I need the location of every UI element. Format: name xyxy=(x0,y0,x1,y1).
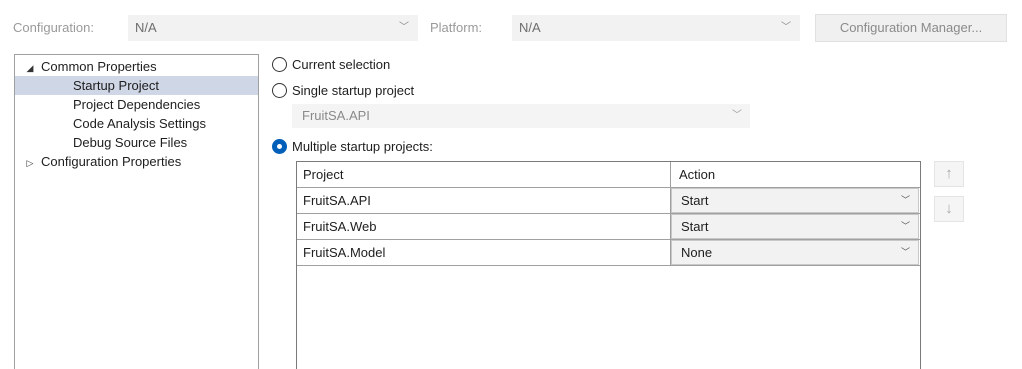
project-cell[interactable]: FruitSA.Web xyxy=(297,214,671,239)
chevron-down-icon: ﹀ xyxy=(732,110,742,121)
action-dropdown[interactable]: None ﹀ xyxy=(671,240,919,265)
tree-item-label: Debug Source Files xyxy=(73,135,188,150)
chevron-down-icon: ﹀ xyxy=(399,22,409,33)
action-cell: Start ﹀ xyxy=(671,188,920,213)
multiple-startup-radio[interactable] xyxy=(272,138,287,154)
arrow-down-icon: ↓ xyxy=(945,200,953,217)
action-dropdown[interactable]: Start ﹀ xyxy=(671,188,919,213)
action-value: Start xyxy=(681,219,709,234)
chevron-down-icon: ﹀ xyxy=(900,221,910,231)
configuration-value: N/A xyxy=(135,20,157,35)
multiple-startup-label: Multiple startup projects: xyxy=(292,138,433,154)
current-selection-label: Current selection xyxy=(292,56,391,72)
tree-item-code-analysis-settings[interactable]: Code Analysis Settings xyxy=(15,114,258,133)
action-value: Start xyxy=(681,193,709,208)
single-startup-option[interactable]: Single startup project xyxy=(272,81,414,99)
startup-projects-grid: Project Action FruitSA.API Start ﹀ Fruit… xyxy=(296,161,921,369)
action-cell: None ﹀ xyxy=(671,240,920,265)
configuration-manager-button[interactable]: Configuration Manager... xyxy=(815,14,1007,42)
configuration-dropdown[interactable]: N/A ﹀ xyxy=(128,15,418,41)
tree-item-label: Configuration Properties xyxy=(41,154,182,169)
current-selection-radio[interactable] xyxy=(272,56,287,72)
move-down-button[interactable]: ↓ xyxy=(934,196,964,222)
tree-item-debug-source-files[interactable]: Debug Source Files xyxy=(15,133,258,152)
chevron-down-icon: ﹀ xyxy=(781,22,791,33)
configuration-toolbar: Configuration: N/A ﹀ Platform: N/A ﹀ Con… xyxy=(0,0,1022,52)
project-cell[interactable]: FruitSA.API xyxy=(297,188,671,213)
column-header-action[interactable]: Action xyxy=(671,162,920,187)
action-cell: Start ﹀ xyxy=(671,214,920,239)
grid-header-row: Project Action xyxy=(297,162,920,188)
current-selection-option[interactable]: Current selection xyxy=(272,55,390,73)
arrow-up-icon: ↑ xyxy=(945,165,953,182)
platform-label: Platform: xyxy=(430,20,483,35)
action-dropdown[interactable]: Start ﹀ xyxy=(671,214,919,239)
single-startup-dropdown[interactable]: FruitSA.API ﹀ xyxy=(292,104,750,128)
tree-item-configuration-properties[interactable]: ▷ Configuration Properties xyxy=(15,152,258,171)
tree-item-common-properties[interactable]: ◢ Common Properties xyxy=(15,57,258,76)
configuration-label: Configuration: xyxy=(13,20,94,35)
platform-value: N/A xyxy=(519,20,541,35)
move-up-button[interactable]: ↑ xyxy=(934,161,964,187)
tree-item-label: Project Dependencies xyxy=(73,97,201,112)
table-row[interactable]: FruitSA.Web Start ﹀ xyxy=(297,214,920,240)
chevron-down-icon: ﹀ xyxy=(900,195,910,205)
tree-item-project-dependencies[interactable]: Project Dependencies xyxy=(15,95,258,114)
chevron-down-icon: ﹀ xyxy=(900,247,910,257)
tree-item-label: Common Properties xyxy=(41,59,157,74)
tree-item-startup-project[interactable]: Startup Project xyxy=(15,76,258,95)
multiple-startup-option[interactable]: Multiple startup projects: xyxy=(272,137,433,155)
action-value: None xyxy=(681,245,713,260)
collapsed-triangle-icon[interactable]: ▷ xyxy=(23,154,37,173)
single-startup-label: Single startup project xyxy=(292,82,415,98)
table-row[interactable]: FruitSA.Model None ﹀ xyxy=(297,240,920,266)
tree-item-label: Code Analysis Settings xyxy=(73,116,206,131)
single-startup-value: FruitSA.API xyxy=(302,108,370,123)
column-header-project[interactable]: Project xyxy=(297,162,671,187)
single-startup-radio[interactable] xyxy=(272,82,287,98)
table-row[interactable]: FruitSA.API Start ﹀ xyxy=(297,188,920,214)
platform-dropdown[interactable]: N/A ﹀ xyxy=(512,15,800,41)
project-cell[interactable]: FruitSA.Model xyxy=(297,240,671,265)
property-tree: ◢ Common Properties Startup Project Proje… xyxy=(14,54,259,369)
tree-item-label: Startup Project xyxy=(73,78,159,93)
